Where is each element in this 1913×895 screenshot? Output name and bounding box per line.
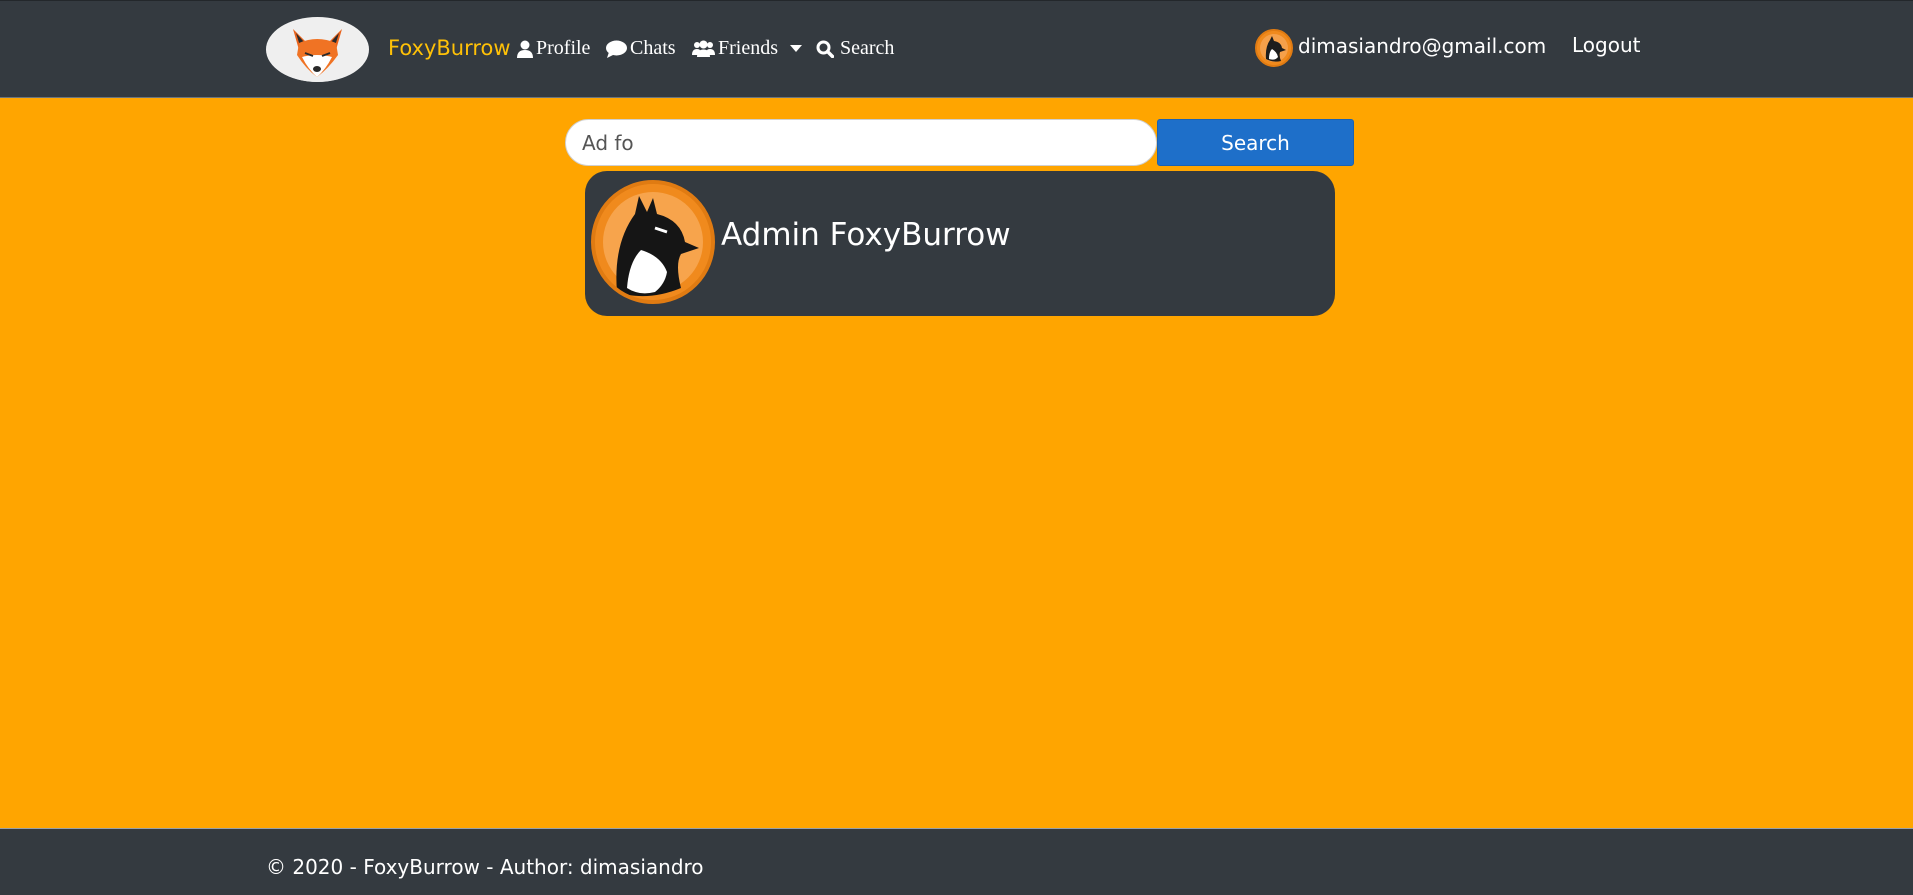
search-button[interactable]: Search (1157, 119, 1354, 166)
chevron-down-icon (790, 45, 802, 52)
footer-text: © 2020 - FoxyBurrow - Author: dimasiandr… (266, 855, 704, 879)
fox-logo-icon[interactable] (266, 17, 369, 82)
footer: © 2020 - FoxyBurrow - Author: dimasiandr… (0, 828, 1913, 895)
avatar (591, 180, 715, 304)
chat-bubble-icon (606, 40, 627, 58)
search-result-card[interactable]: Admin FoxyBurrow (585, 171, 1335, 316)
nav-item-label: Search (840, 37, 895, 59)
nav-item-label: Profile (536, 37, 591, 59)
user-email[interactable]: dimasiandro@gmail.com (1298, 34, 1546, 58)
nav-item-chats[interactable]: Chats (606, 37, 676, 60)
nav-item-label: Friends (718, 37, 778, 59)
users-icon (692, 40, 715, 57)
navbar: FoxyBurrow Profile Chats Friends Search … (0, 0, 1913, 98)
user-avatar[interactable] (1255, 29, 1293, 67)
logout-link[interactable]: Logout (1572, 33, 1640, 57)
result-name: Admin FoxyBurrow (721, 217, 1011, 253)
search-icon (816, 40, 834, 58)
user-icon (517, 40, 533, 58)
search-input[interactable] (565, 119, 1157, 166)
nav-item-friends[interactable]: Friends (692, 37, 802, 60)
nav-item-label: Chats (630, 37, 676, 59)
brand-name[interactable]: FoxyBurrow (388, 36, 511, 60)
nav-item-profile[interactable]: Profile (517, 37, 590, 60)
nav-item-search[interactable]: Search (816, 37, 894, 60)
